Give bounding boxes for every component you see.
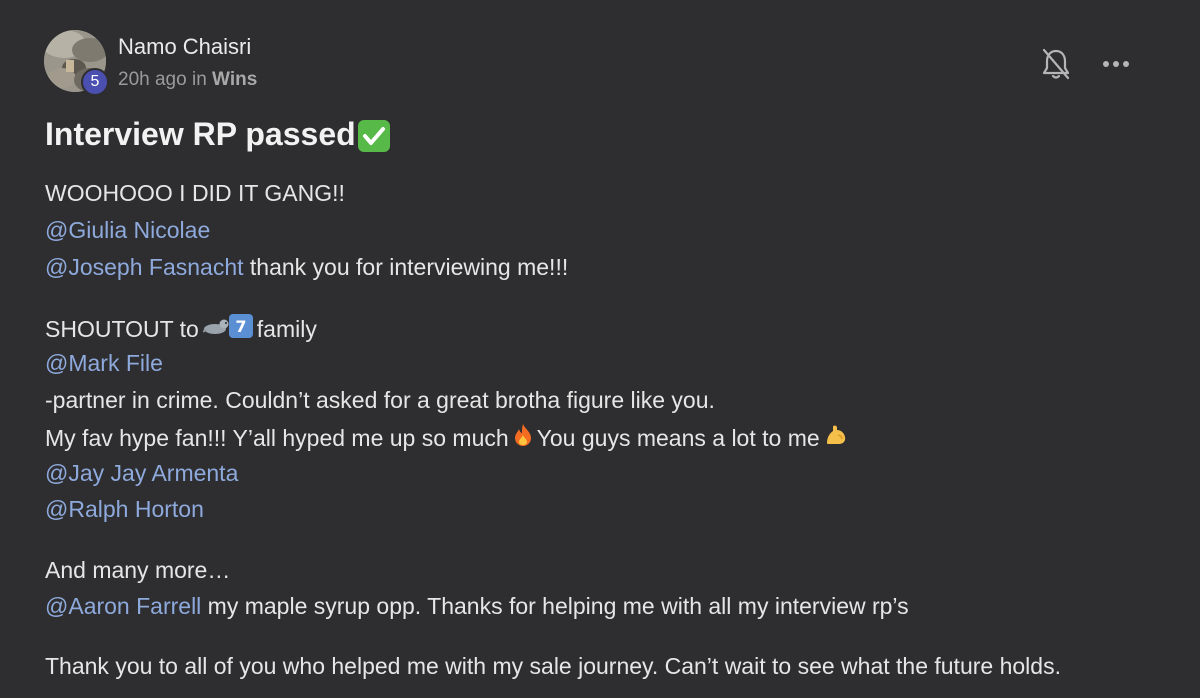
body-text: thank you for interviewing me!!!: [243, 254, 569, 280]
mention-link[interactable]: @Ralph Horton: [45, 496, 204, 523]
mention-link[interactable]: @Giulia Nicolae: [45, 217, 210, 244]
more-horizontal-icon[interactable]: [1100, 52, 1132, 76]
body-text: WOOHOOO I DID IT GANG!!: [45, 180, 345, 206]
body-line-2: @Giulia Nicolae: [45, 217, 210, 244]
body-text: family: [256, 315, 317, 342]
check-mark-button-emoji: [357, 119, 390, 152]
flexed-biceps-emoji: [824, 423, 848, 453]
category-link[interactable]: Wins: [212, 69, 257, 90]
body-text: SHOUTOUT to: [45, 315, 199, 342]
body-line-1: WOOHOOO I DID IT GANG!!: [45, 180, 345, 207]
post-title: Interview RP passed: [45, 116, 390, 153]
bell-off-icon[interactable]: [1040, 46, 1072, 82]
post-time: 20h ago: [118, 69, 187, 90]
body-line-hype: My fav hype fan!!! Y’all hyped me up so …: [45, 423, 852, 453]
level-badge: 5: [81, 68, 109, 96]
body-line-mark: @Mark File: [45, 350, 163, 377]
body-line-3: @Joseph Fasnacht thank you for interview…: [45, 254, 568, 281]
author-name[interactable]: Namo Chaisri: [118, 34, 251, 60]
mention-link[interactable]: @Joseph Fasnacht: [45, 254, 244, 281]
mention-link[interactable]: @Mark File: [45, 350, 163, 377]
post-meta: 20h ago in Wins: [118, 69, 257, 91]
body-line-jay: @Jay Jay Armenta: [45, 460, 238, 487]
body-line-thanks: Thank you to all of you who helped me wi…: [45, 653, 1061, 680]
body-text: Thank you to all of you who helped me wi…: [45, 653, 1061, 679]
body-text: You guys means a lot to me: [536, 424, 820, 451]
body-line-aaron: @Aaron Farrell my maple syrup opp. Thank…: [45, 593, 909, 620]
body-text: -partner in crime. Couldn’t asked for a …: [45, 387, 715, 413]
body-text: My fav hype fan!!! Y’all hyped me up so …: [45, 424, 509, 451]
body-line-ralph: @Ralph Horton: [45, 496, 204, 523]
mention-link[interactable]: @Jay Jay Armenta: [45, 460, 238, 487]
body-text: And many more…: [45, 557, 231, 583]
post-card: 5 Namo Chaisri 20h ago in Wins Interview…: [0, 0, 1200, 698]
body-line-shoutout: SHOUTOUT to 7 family: [45, 314, 317, 344]
mention-link[interactable]: @Aaron Farrell: [45, 593, 201, 620]
svg-text:7: 7: [235, 317, 246, 336]
author-avatar-container[interactable]: 5: [44, 30, 109, 96]
body-line-partner: -partner in crime. Couldn’t asked for a …: [45, 387, 715, 414]
post-title-text: Interview RP passed: [45, 116, 356, 152]
body-line-many-more: And many more…: [45, 557, 230, 584]
body-text: my maple syrup opp. Thanks for helping m…: [201, 593, 909, 619]
meta-in-label: in: [191, 69, 207, 90]
keycap-seven-emoji: 7: [228, 314, 253, 344]
fire-emoji: [513, 423, 533, 453]
seal-emoji: [201, 315, 229, 343]
